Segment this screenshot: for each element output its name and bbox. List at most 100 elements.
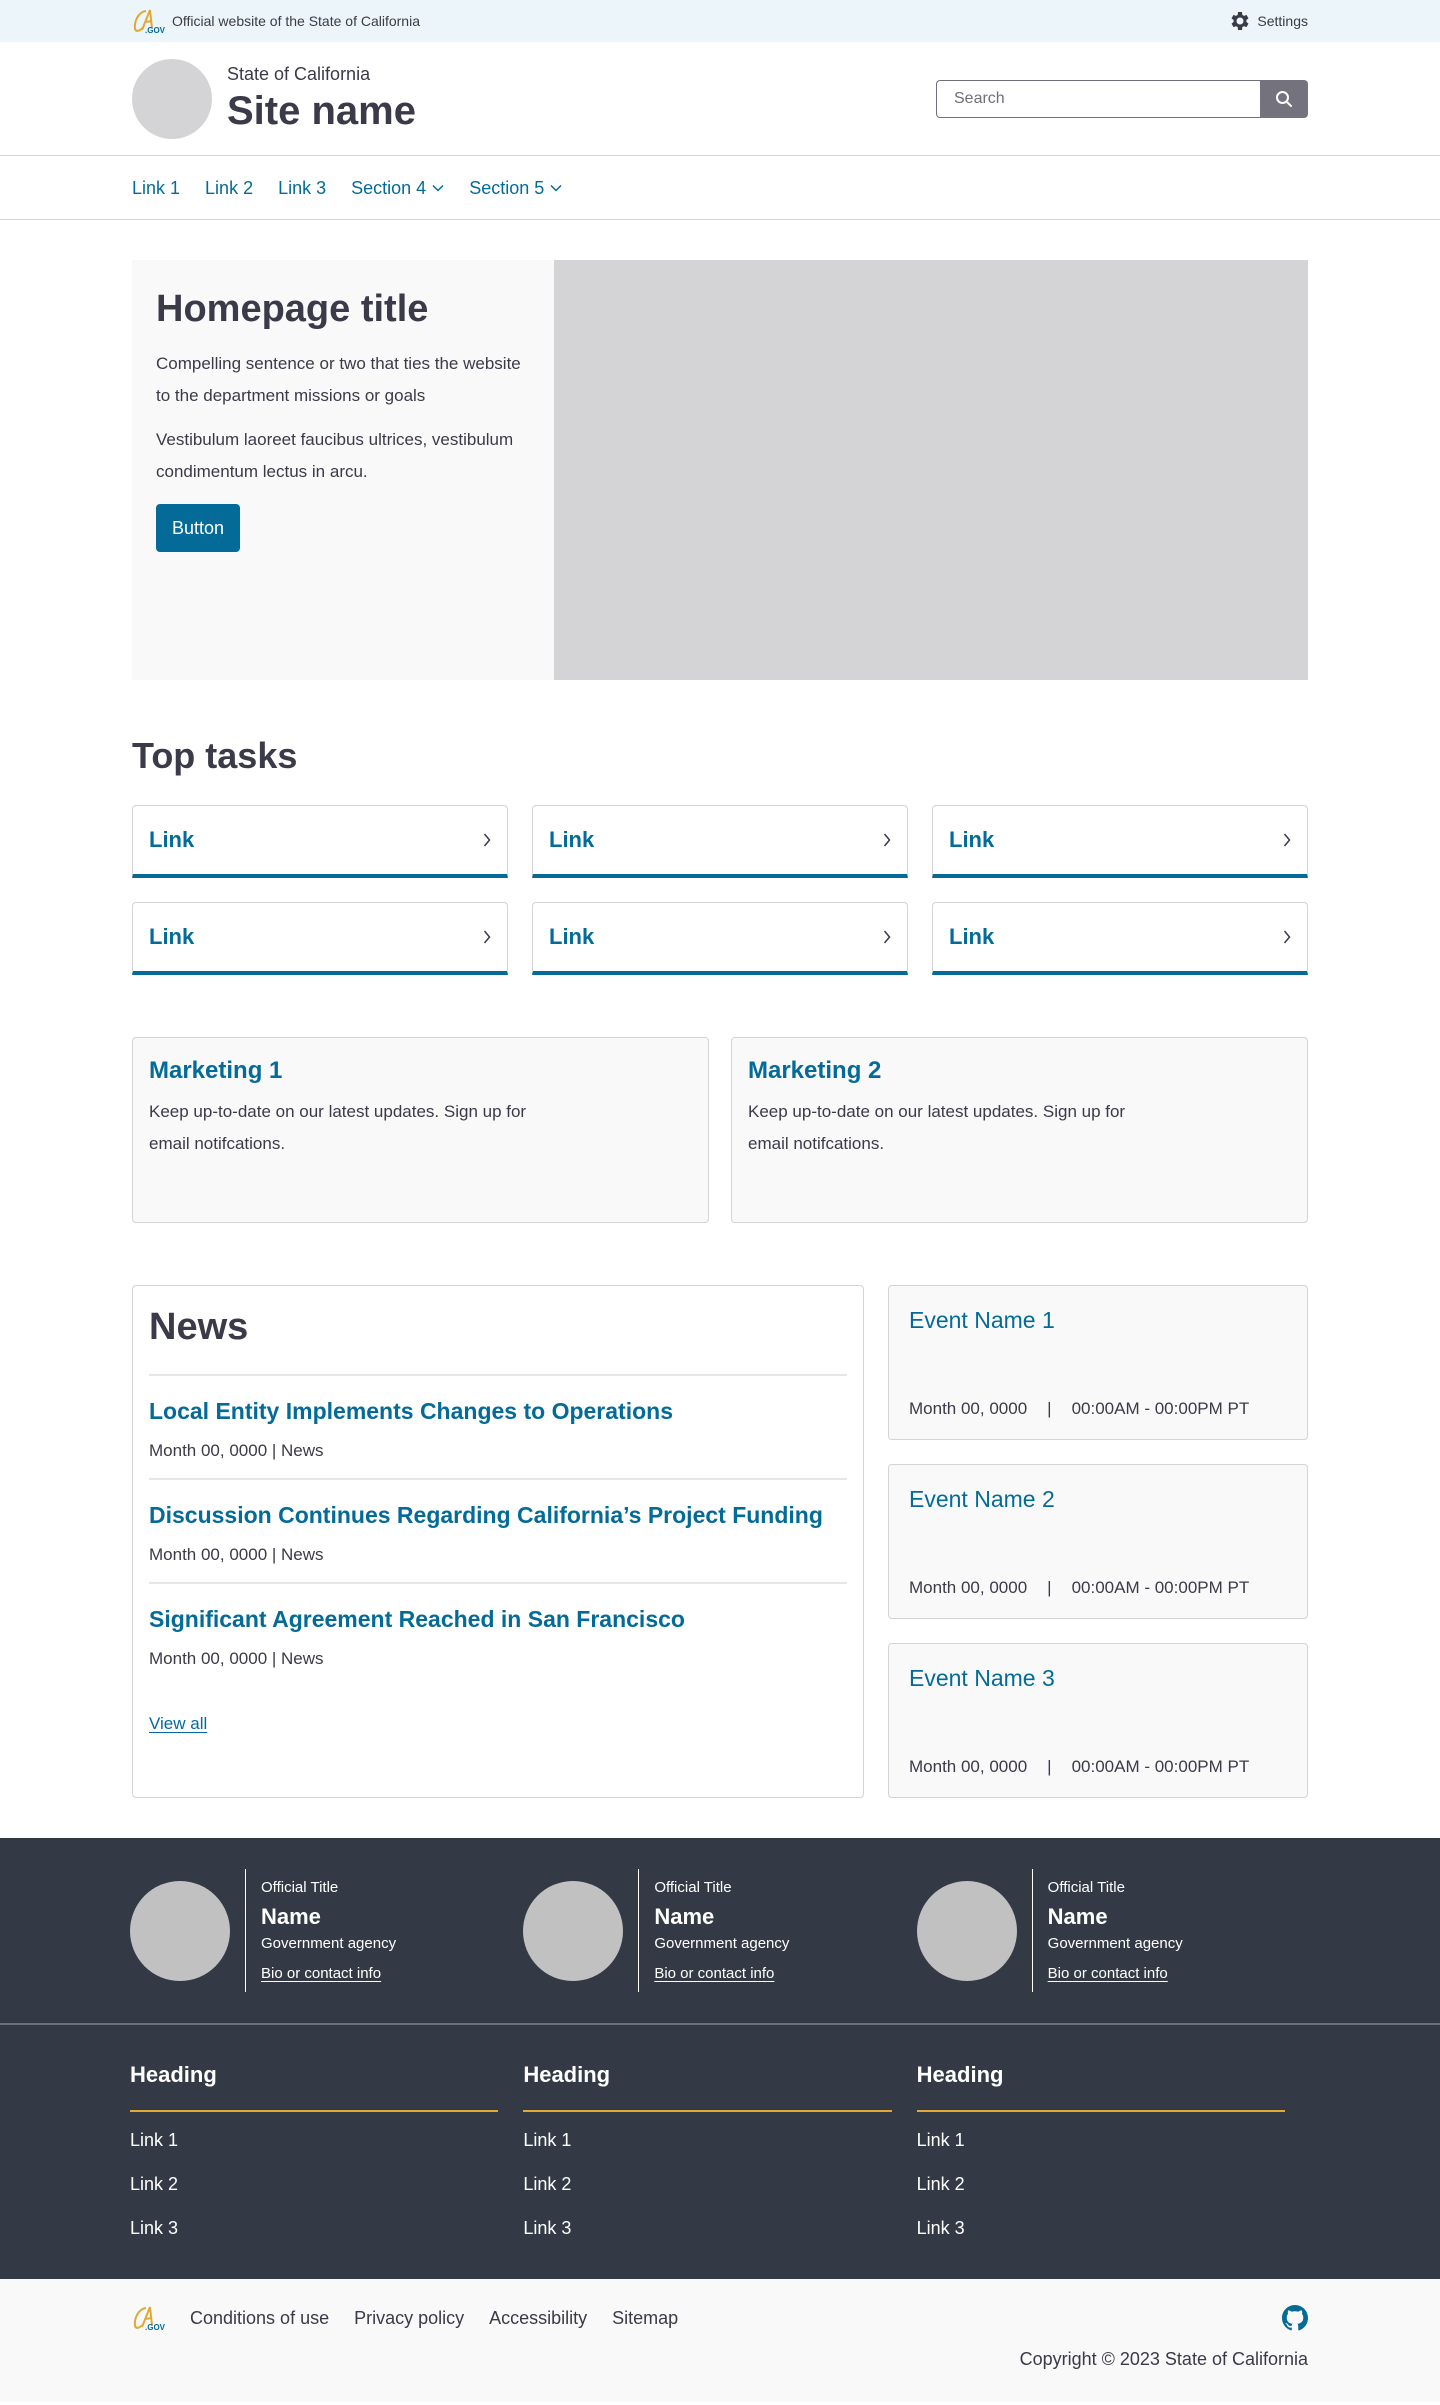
chevron-down-icon (432, 184, 444, 192)
cagov-logo-icon[interactable]: .GOV (132, 8, 166, 34)
footer-link[interactable]: Link 2 (917, 2172, 1285, 2196)
official-info: Official Title Name Government agency Bio o… (638, 1869, 789, 1992)
hero-paragraph: Vestibulum laoreet faucibus ultrices, ve… (156, 430, 514, 481)
official-title: Official Title (261, 1878, 339, 1896)
svg-text:.GOV: .GOV (145, 26, 166, 34)
event-meta: Month 00, 0000 | 00:00AM - 00:00PM PT (909, 1757, 1287, 1777)
event-name-link[interactable]: Event Name 1 (909, 1306, 1287, 1334)
top-task-link[interactable]: Link (532, 805, 908, 878)
footer-link[interactable]: Link 2 (523, 2172, 891, 2196)
nav-item-section-5[interactable]: Section 5 (469, 178, 562, 199)
top-task-link[interactable]: Link (932, 902, 1308, 975)
nav-item-link-3[interactable]: Link 3 (278, 178, 326, 199)
homepage-title: Homepage title (156, 288, 429, 330)
footer-legal-link[interactable]: Accessibility (489, 2308, 587, 2329)
event-meta: Month 00, 0000 | 00:00AM - 00:00PM PT (909, 1578, 1287, 1598)
search-form (936, 80, 1308, 118)
top-task-link[interactable]: Link (132, 902, 508, 975)
chevron-right-icon (883, 833, 891, 847)
settings-button[interactable]: Settings (1227, 9, 1308, 33)
site-footer: .GOV Conditions of use Privacy policy Acce… (0, 2279, 1440, 2402)
official-site-notice: .GOV Official website of the State of Ca… (132, 8, 420, 34)
search-input[interactable] (936, 80, 1260, 118)
site-logo (132, 59, 212, 139)
footer-link[interactable]: Link 1 (523, 2128, 891, 2152)
marketing-title-link[interactable]: Marketing 2 (748, 1056, 1291, 1086)
hero-button[interactable]: Button (156, 504, 241, 552)
nav-item-link-2[interactable]: Link 2 (205, 178, 253, 199)
official-title: Official Title (1047, 1878, 1125, 1896)
news-title: News (149, 1304, 847, 1376)
top-tasks-grid: Link Link Link Link Link Link (132, 805, 1308, 975)
nav-item-link-1[interactable]: Link 1 (132, 178, 180, 199)
event-name-link[interactable]: Event Name 2 (909, 1485, 1287, 1513)
footer-link[interactable]: Link 1 (130, 2128, 498, 2152)
top-task-link[interactable]: Link (932, 805, 1308, 878)
official-info: Official Title Name Government agency Bio o… (245, 1869, 396, 1992)
news-headline-link[interactable]: Discussion Continues Regarding Californi… (149, 1500, 847, 1530)
official-agency: Government agency (654, 1934, 790, 1952)
footer-link[interactable]: Link 3 (523, 2216, 891, 2240)
news-item: Significant Agreement Reached in San Fra… (149, 1584, 847, 1686)
official-agency: Government agency (1047, 1934, 1183, 1952)
official-photo (523, 1880, 624, 1981)
footer-column-heading: Heading (130, 2060, 499, 2112)
main-content: Homepage title Compelling sentence or tw… (132, 260, 1308, 1798)
footer-legal-link[interactable]: Privacy policy (354, 2308, 464, 2329)
event-separator: | (1047, 1757, 1052, 1776)
settings-label: Settings (1257, 13, 1308, 29)
footer-link[interactable]: Link 2 (130, 2172, 498, 2196)
hero-paragraph: Compelling sentence or two that ties the… (156, 354, 521, 405)
official-card: Official Title Name Government agency Bio o… (523, 1869, 916, 1992)
site-name: Site name (227, 89, 416, 133)
marketing-title-link[interactable]: Marketing 1 (149, 1056, 692, 1086)
official-bio-link[interactable]: Bio or contact info (654, 1964, 789, 1984)
footer-column-heading: Heading (916, 2060, 1285, 2112)
svg-text:.GOV: .GOV (145, 2323, 166, 2331)
footer-column: Heading Link 1 Link 2 Link 3 (130, 2060, 499, 2240)
nav-item-section-4[interactable]: Section 4 (351, 178, 444, 199)
official-name: Name (1047, 1903, 1108, 1929)
cagov-logo-icon[interactable]: .GOV (132, 2305, 166, 2331)
github-icon[interactable] (1282, 2305, 1308, 2331)
official-bio-link[interactable]: Bio or contact info (1048, 1964, 1183, 1984)
news-events-section: News Local Entity Implements Changes to … (132, 1285, 1308, 1798)
event-separator: | (1047, 1578, 1052, 1597)
official-photo (130, 1880, 230, 1981)
official-bio-link[interactable]: Bio or contact info (261, 1964, 396, 1984)
official-info: Official Title Name Government agency Bio o… (1031, 1869, 1183, 1992)
hero-text-panel: Homepage title Compelling sentence or tw… (132, 260, 554, 680)
search-icon (1276, 91, 1292, 107)
official-name: Name (654, 1903, 715, 1929)
site-branding: State of California Site name (0, 42, 1440, 156)
top-task-link[interactable]: Link (132, 805, 508, 878)
marketing-section: Marketing 1 Keep up-to-date on our latest… (132, 1037, 1308, 1223)
news-headline-link[interactable]: Local Entity Implements Changes to Opera… (149, 1396, 847, 1426)
footer-legal-link[interactable]: Conditions of use (190, 2308, 329, 2329)
top-task-label: Link (949, 924, 995, 949)
official-name: Name (261, 1903, 321, 1929)
news-headline-link[interactable]: Significant Agreement Reached in San Fra… (149, 1604, 847, 1634)
officials-bar: Official Title Name Government agency Bio o… (0, 1838, 1440, 2025)
event-name-link[interactable]: Event Name 3 (909, 1664, 1287, 1692)
search-button[interactable] (1260, 80, 1308, 118)
footer-link[interactable]: Link 3 (917, 2216, 1285, 2240)
brand-link[interactable]: State of California Site name (132, 59, 416, 139)
footer-link[interactable]: Link 1 (917, 2128, 1285, 2152)
view-all-news-link[interactable]: View all (149, 1714, 207, 1734)
official-agency: Government agency (261, 1934, 397, 1952)
footer-column: Heading Link 1 Link 2 Link 3 (916, 2060, 1285, 2240)
event-time: 00:00AM - 00:00PM PT (1071, 1399, 1250, 1418)
marketing-text: Keep up-to-date on our latest updates. S… (748, 1102, 1126, 1153)
state-name: State of California (227, 64, 371, 84)
top-task-link[interactable]: Link (532, 902, 908, 975)
marketing-card: Marketing 2 Keep up-to-date on our latest… (731, 1037, 1308, 1223)
top-task-label: Link (549, 924, 595, 949)
chevron-right-icon (1283, 833, 1291, 847)
footer-link[interactable]: Link 3 (130, 2216, 498, 2240)
footer-link-columns: Heading Link 1 Link 2 Link 3 Heading Link 1 Li… (0, 2025, 1440, 2279)
utility-header: .GOV Official website of the State of Ca… (0, 0, 1440, 42)
event-card: Event Name 1 Month 00, 0000 | 00:00AM - 00:… (888, 1285, 1308, 1440)
footer-legal-link[interactable]: Sitemap (612, 2308, 678, 2329)
event-date: Month 00, 0000 (909, 1399, 1028, 1418)
